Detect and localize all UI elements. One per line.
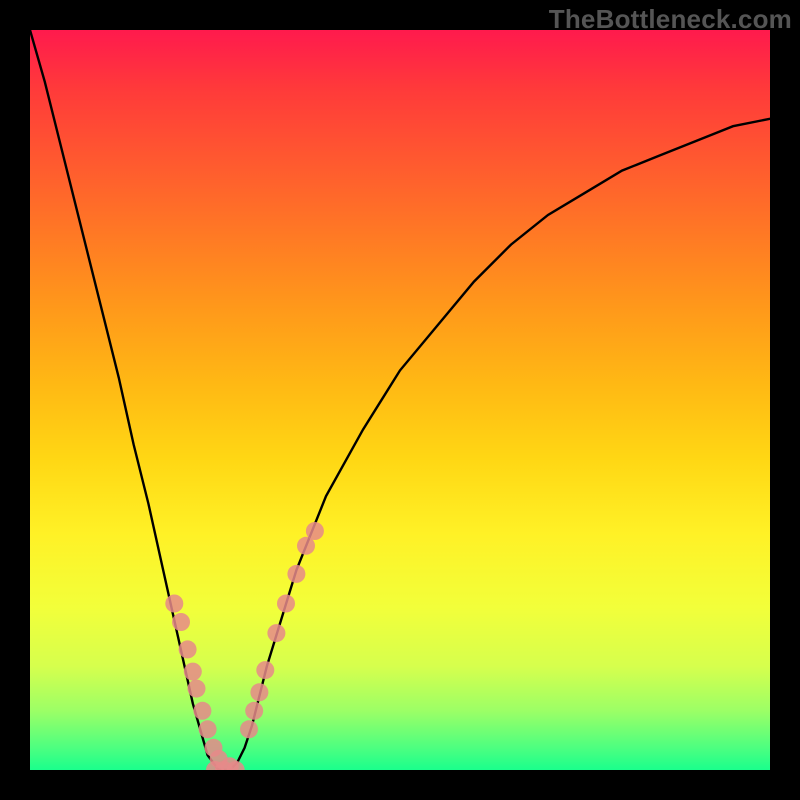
data-dot bbox=[256, 661, 274, 679]
data-dot bbox=[172, 613, 190, 631]
data-dot bbox=[184, 663, 202, 681]
data-dot bbox=[250, 683, 268, 701]
data-dot bbox=[306, 522, 324, 540]
data-dot bbox=[277, 595, 295, 613]
data-dot bbox=[188, 680, 206, 698]
data-dot bbox=[179, 640, 197, 658]
data-dot bbox=[199, 720, 217, 738]
data-dot bbox=[240, 720, 258, 738]
data-dot bbox=[193, 702, 211, 720]
plot-area bbox=[30, 30, 770, 770]
data-dot bbox=[245, 702, 263, 720]
v-curve bbox=[30, 30, 770, 770]
watermark-text: TheBottleneck.com bbox=[549, 4, 792, 35]
data-dot bbox=[165, 595, 183, 613]
chart-frame: TheBottleneck.com bbox=[0, 0, 800, 800]
curve-layer bbox=[30, 30, 770, 770]
data-dot bbox=[287, 565, 305, 583]
data-dot bbox=[267, 624, 285, 642]
